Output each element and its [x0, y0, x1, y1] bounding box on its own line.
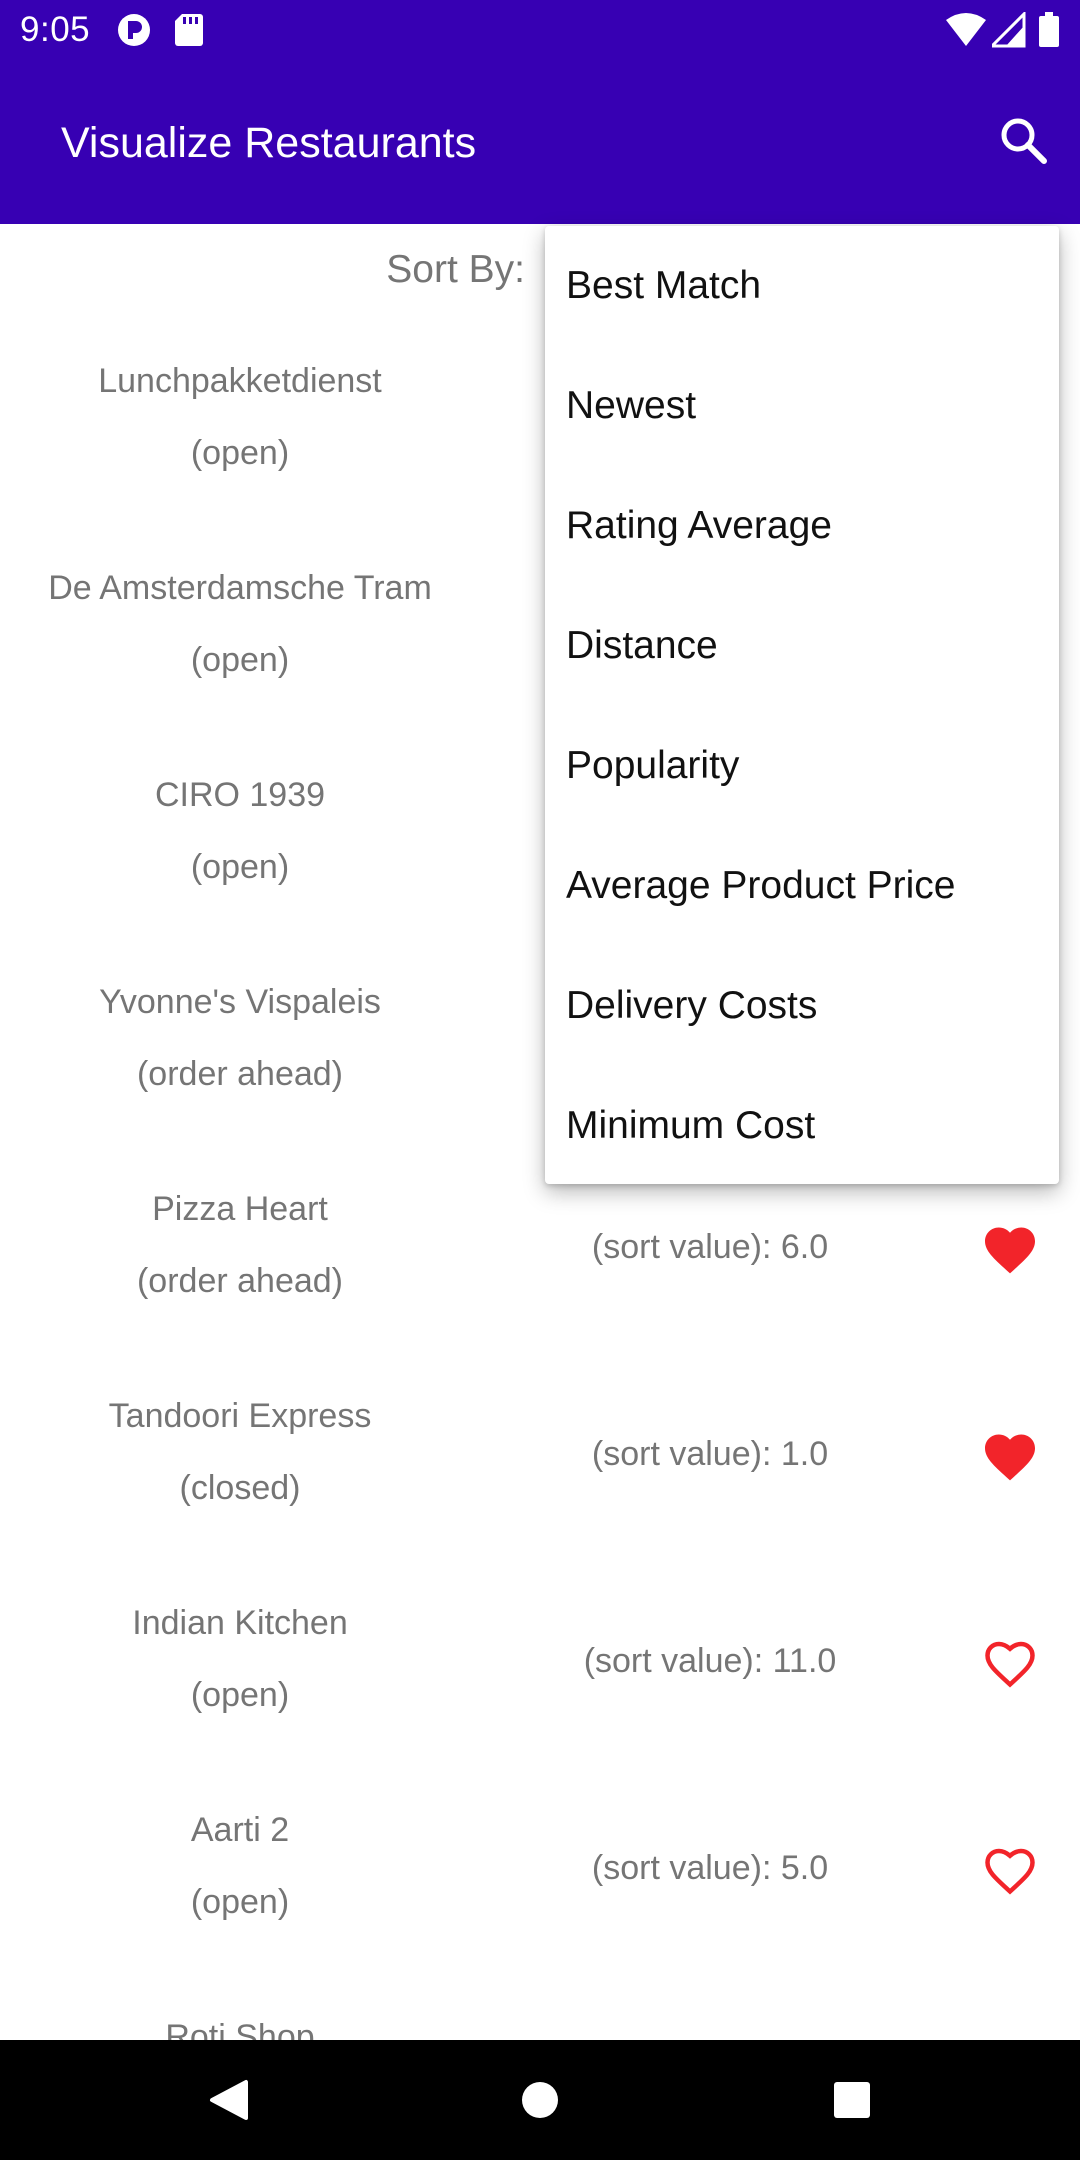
- sort-option-popularity[interactable]: Popularity: [545, 706, 1059, 826]
- favorite-filled-heart-icon[interactable]: [980, 1220, 1040, 1280]
- restaurant-status: (open): [190, 1883, 290, 1921]
- app-title: Visualize Restaurants: [61, 119, 477, 167]
- sort-option-minimum-cost[interactable]: Minimum Cost: [545, 1066, 1059, 1186]
- back-button[interactable]: [200, 2070, 260, 2130]
- app-bar: Visualize Restaurants: [0, 63, 1080, 224]
- status-time: 9:05: [20, 10, 91, 49]
- status-bar: 9:05: [0, 0, 1080, 63]
- restaurant-name: Pizza Heart: [152, 1190, 328, 1228]
- sort-option-best-match[interactable]: Best Match: [545, 226, 1059, 346]
- search-button[interactable]: [994, 111, 1054, 171]
- restaurant-sort-value: (sort value): 11.0: [583, 1642, 837, 1680]
- restaurant-name: Aarti 2: [190, 1811, 290, 1849]
- restaurant-sort-value: (sort value): 6.0: [591, 1228, 829, 1266]
- battery-icon: [1038, 12, 1060, 53]
- sd-card-icon: [174, 12, 204, 53]
- restaurant-sort-value: (sort value): 1.0: [591, 1435, 829, 1473]
- restaurant-sort-value: (sort value): 5.0: [591, 1849, 829, 1887]
- restaurant-name: Lunchpakketdienst: [98, 362, 382, 400]
- recents-icon: [822, 2082, 882, 2134]
- restaurant-status: (order ahead): [136, 1262, 343, 1300]
- signal-icon: [988, 10, 1026, 53]
- restaurant-status: (open): [190, 848, 290, 886]
- restaurant-status: (closed): [179, 1469, 301, 1507]
- restaurant-name: CIRO 1939: [154, 776, 326, 814]
- restaurant-row[interactable]: Tandoori Express (closed) (sort value): 1.…: [0, 1397, 1080, 1604]
- restaurant-name: Roti Shop: [165, 2018, 315, 2040]
- restaurant-row[interactable]: Aarti 2 (open) (sort value): 5.0: [0, 1811, 1080, 2018]
- sort-option-newest[interactable]: Newest: [545, 346, 1059, 466]
- restaurant-status: (order ahead): [136, 1055, 343, 1093]
- restaurant-name: Tandoori Express: [108, 1397, 372, 1435]
- favorite-outline-heart-icon[interactable]: [980, 1634, 1040, 1694]
- sort-option-distance[interactable]: Distance: [545, 586, 1059, 706]
- restaurant-status: (open): [190, 1676, 290, 1714]
- sort-option-average-product-price[interactable]: Average Product Price: [545, 826, 1059, 946]
- back-icon: [200, 2080, 260, 2134]
- restaurant-name: De Amsterdamsche Tram: [48, 569, 432, 607]
- restaurant-row[interactable]: Indian Kitchen (open) (sort value): 11.0: [0, 1604, 1080, 1811]
- favorite-outline-heart-icon[interactable]: [980, 1841, 1040, 1901]
- favorite-filled-heart-icon[interactable]: [980, 1427, 1040, 1487]
- restaurant-row[interactable]: Pizza Heart (order ahead) (sort value): 6.…: [0, 1190, 1080, 1397]
- recents-button[interactable]: [822, 2070, 882, 2130]
- sort-dropdown-menu: Best Match Newest Rating Average Distanc…: [545, 226, 1059, 1184]
- sort-by-label: Sort By:: [386, 248, 525, 291]
- sort-option-rating-average[interactable]: Rating Average: [545, 466, 1059, 586]
- sort-option-delivery-costs[interactable]: Delivery Costs: [545, 946, 1059, 1066]
- restaurant-name: Indian Kitchen: [132, 1604, 348, 1642]
- system-nav-bar: [0, 2040, 1080, 2160]
- home-button[interactable]: [510, 2070, 570, 2130]
- restaurant-row[interactable]: Roti Shop: [0, 2018, 1080, 2040]
- restaurant-status: (open): [190, 641, 290, 679]
- wifi-icon: [946, 12, 986, 53]
- search-icon: [994, 118, 1054, 175]
- restaurant-name: Yvonne's Vispaleis: [99, 983, 381, 1021]
- home-icon: [510, 2082, 570, 2134]
- restaurant-status: (open): [190, 434, 290, 472]
- app-notification-icon: [116, 12, 152, 53]
